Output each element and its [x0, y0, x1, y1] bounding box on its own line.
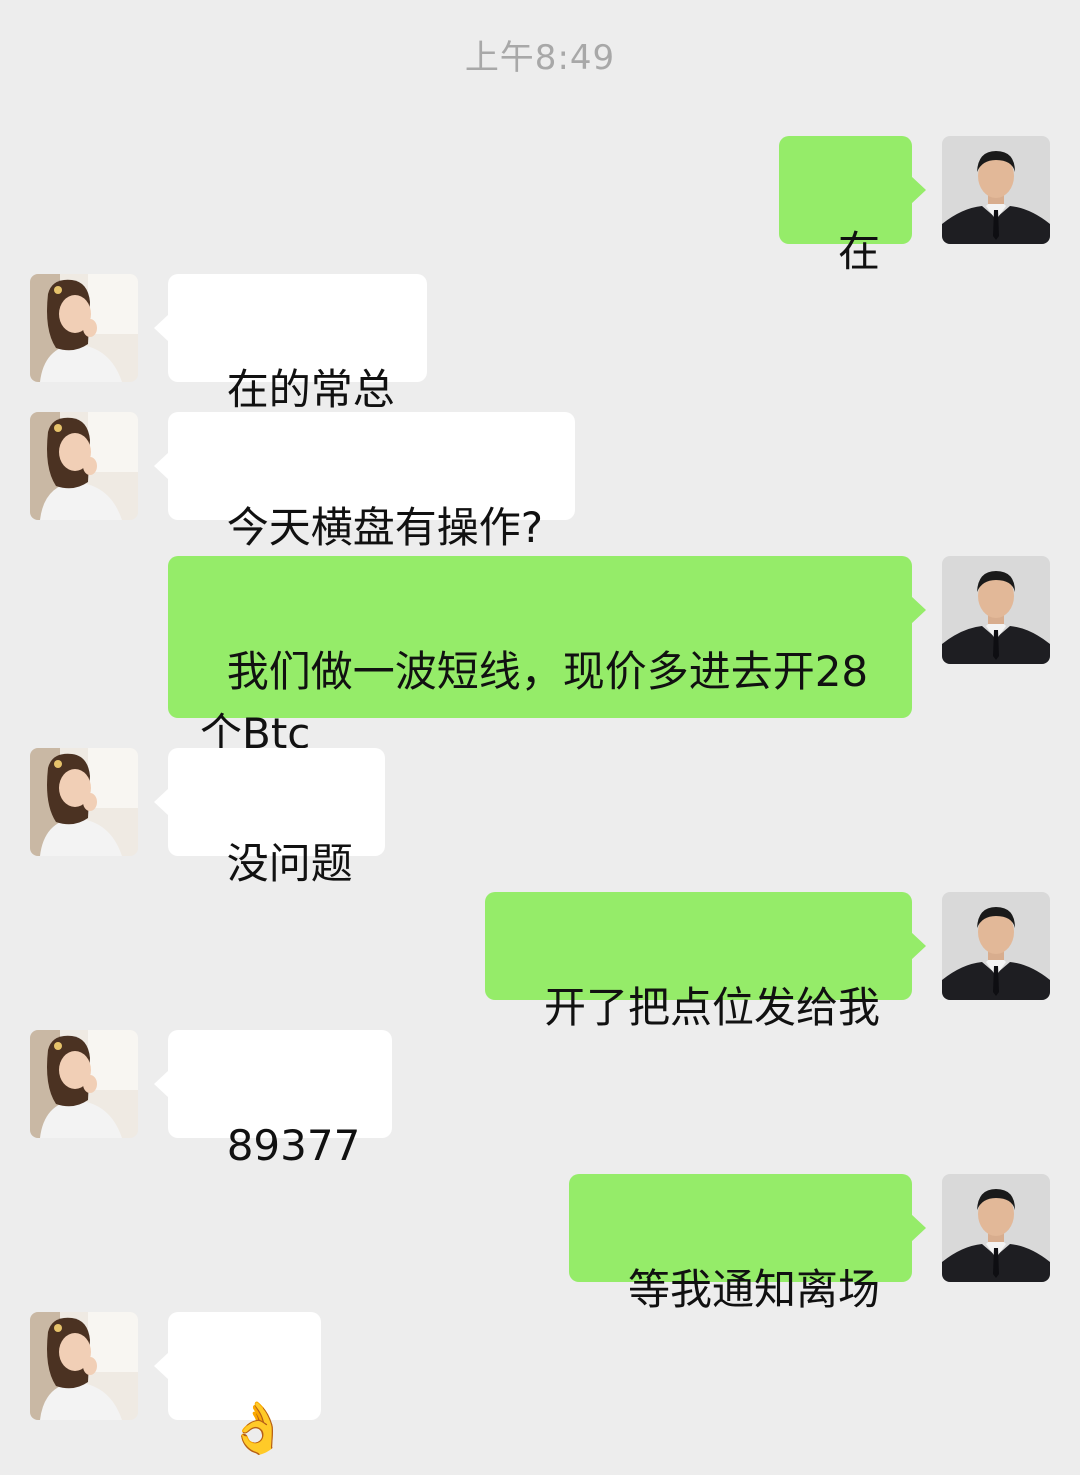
message-bubble-incoming[interactable]: 今天横盘有操作?: [154, 412, 575, 552]
self-avatar[interactable]: [942, 556, 1050, 664]
message-text: 89377: [226, 1121, 361, 1170]
message-text: 等我通知离场: [627, 1265, 880, 1314]
self-avatar[interactable]: [942, 892, 1050, 1000]
self-avatar[interactable]: [942, 136, 1050, 244]
girl-avatar-icon: [30, 412, 138, 520]
message-bubble-incoming[interactable]: 👌: [154, 1312, 321, 1457]
message-text: 开了把点位发给我: [543, 983, 880, 1032]
man-in-suit-avatar-icon: [942, 136, 1050, 244]
chat-timestamp: 上午8:49: [464, 38, 616, 78]
message-bubble-outgoing[interactable]: 我们做一波短线，现价多进去开28 个Btc: [168, 556, 926, 758]
man-in-suit-avatar-icon: [942, 1174, 1050, 1282]
girl-avatar-icon: [30, 1030, 138, 1138]
message-bubble-outgoing[interactable]: 开了把点位发给我: [485, 892, 926, 1032]
girl-avatar-icon: [30, 748, 138, 856]
contact-avatar[interactable]: [30, 274, 138, 382]
message-bubble-outgoing[interactable]: 等我通知离场: [569, 1174, 926, 1314]
girl-avatar-icon: [30, 274, 138, 382]
contact-avatar[interactable]: [30, 1030, 138, 1138]
contact-avatar[interactable]: [30, 748, 138, 856]
message-text: 在的常总: [226, 365, 395, 414]
girl-avatar-icon: [30, 1312, 138, 1420]
self-avatar[interactable]: [942, 1174, 1050, 1282]
message-text: 今天横盘有操作?: [226, 503, 543, 552]
message-text: 我们做一波短线，现价多进去开28 个Btc: [200, 647, 869, 758]
ok-hand-emoji: 👌: [226, 1399, 289, 1457]
message-text: 没问题: [226, 839, 353, 888]
message-bubble-incoming[interactable]: 89377: [153, 1030, 393, 1170]
contact-avatar[interactable]: [30, 412, 138, 520]
message-bubble-incoming[interactable]: 在的常总: [154, 274, 427, 414]
message-bubble-outgoing[interactable]: 在: [779, 136, 926, 276]
man-in-suit-avatar-icon: [942, 556, 1050, 664]
message-bubble-incoming[interactable]: 没问题: [154, 748, 385, 888]
contact-avatar[interactable]: [30, 1312, 138, 1420]
man-in-suit-avatar-icon: [942, 892, 1050, 1000]
message-text: 在: [837, 227, 880, 276]
